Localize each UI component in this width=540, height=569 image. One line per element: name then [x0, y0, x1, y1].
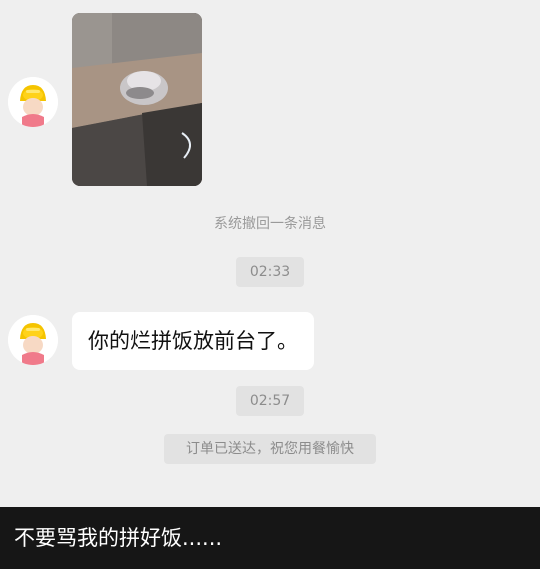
text-message-bubble[interactable]: 你的烂拼饭放前台了。 [72, 312, 314, 370]
timestamp: 02:57 [236, 386, 304, 416]
message-recalled-notice: 系统撤回一条消息 [214, 216, 326, 232]
order-delivered-notice: 订单已送达，祝您用餐愉快 [164, 434, 376, 464]
caption-text: 不要骂我的拼好饭...... [14, 526, 223, 550]
timestamp: 02:33 [236, 257, 304, 287]
courier-avatar-icon[interactable] [8, 77, 58, 127]
chat-area: 系统撤回一条消息 02:33 你的烂拼饭放前台了。 02:57 订单已送达，祝您… [0, 0, 540, 507]
courier-avatar-icon[interactable] [8, 315, 58, 365]
food-photo-message[interactable] [72, 13, 202, 186]
caption-bar: 不要骂我的拼好饭...... [0, 507, 540, 569]
